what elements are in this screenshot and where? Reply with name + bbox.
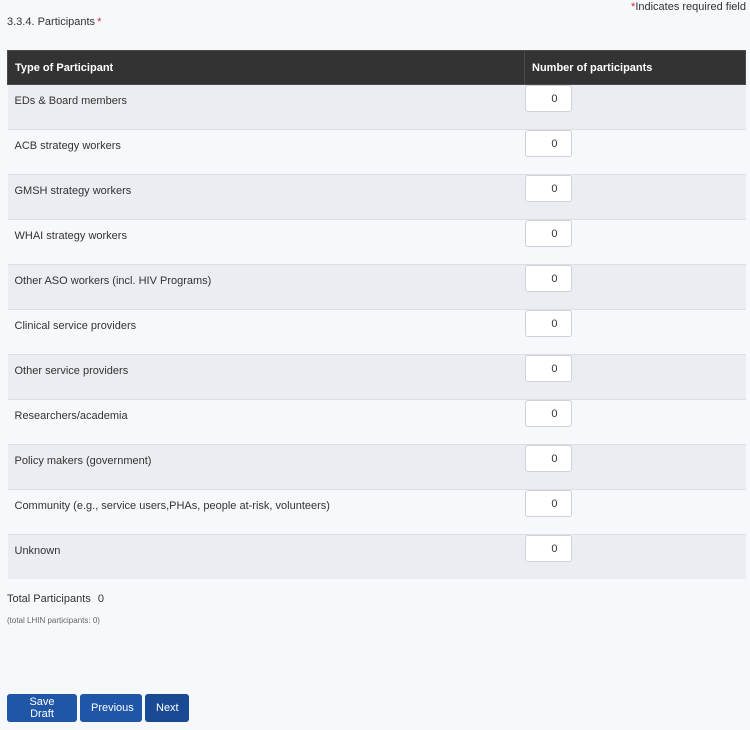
section-title-text: 3.3.4. Participants [7,16,96,28]
participant-count-cell [524,354,746,400]
table-row: EDs & Board members [7,84,746,130]
participant-type-cell: Other service providers [7,354,525,400]
table-row: WHAI strategy workers [7,219,746,265]
participant-count-input[interactable] [524,400,572,427]
table-row: Policy makers (government) [7,444,746,490]
participant-count-cell [524,444,746,490]
participant-type-label: Researchers/academia [14,410,128,422]
participant-count-cell [524,399,746,445]
section-title: 3.3.4. Participants * [7,16,101,28]
participant-type-label: Policy makers (government) [14,455,152,467]
participant-count-input[interactable] [524,85,572,112]
table-row: Other service providers [7,354,746,400]
participant-type-cell: Unknown [7,534,525,579]
table-row: Clinical service providers [7,309,746,355]
participant-count-cell [524,309,746,355]
participant-count-cell [524,489,746,535]
participant-count-cell [524,84,746,130]
participant-type-label: ACB strategy workers [14,140,121,152]
participant-type-cell: Researchers/academia [7,399,525,445]
required-note-text: Indicates required field [635,1,746,13]
participant-count-input[interactable] [524,355,572,382]
table-row: Researchers/academia [7,399,746,445]
table-row: Unknown [7,534,746,579]
participant-count-input[interactable] [524,490,572,517]
participant-type-label: Other service providers [14,365,129,377]
participant-count-input[interactable] [524,265,572,292]
header-type-of-participant: Type of Participant [7,50,525,85]
header-number-of-participants: Number of participants [524,50,746,85]
participant-type-label: Other ASO workers (incl. HIV Programs) [14,275,212,287]
required-field-note: *Indicates required field [631,1,746,13]
participant-count-input[interactable] [524,220,572,247]
participant-count-cell [524,174,746,220]
participant-type-cell: ACB strategy workers [7,129,525,175]
participant-type-cell: Clinical service providers [7,309,525,355]
participant-type-label: EDs & Board members [14,95,127,107]
participant-count-cell [524,264,746,310]
next-button[interactable]: Next [145,694,189,722]
participant-count-cell [524,129,746,175]
required-star: * [97,16,102,28]
participant-count-cell [524,219,746,265]
participant-count-input[interactable] [524,130,572,157]
participant-type-cell: Community (e.g., service users,PHAs, peo… [7,489,525,535]
total-participants-label: Total Participants [7,593,91,605]
table-row: Other ASO workers (incl. HIV Programs) [7,264,746,310]
participant-type-cell: GMSH strategy workers [7,174,525,220]
save-draft-button[interactable]: Save Draft [7,694,77,722]
total-lhin-participants-note: (total LHIN participants: 0) [7,616,100,625]
total-participants: Total Participants 0 [7,593,104,605]
participant-count-input[interactable] [524,535,572,562]
participant-type-cell: WHAI strategy workers [7,219,525,265]
table-header-row: Type of Participant Number of participan… [7,50,746,85]
participant-type-cell: EDs & Board members [7,84,525,130]
participant-type-cell: Policy makers (government) [7,444,525,490]
participants-table: Type of Participant Number of participan… [7,50,746,579]
participant-count-input[interactable] [524,445,572,472]
table-row: Community (e.g., service users,PHAs, peo… [7,489,746,535]
participant-type-label: GMSH strategy workers [14,185,132,197]
participant-count-cell [524,534,746,579]
participant-type-label: WHAI strategy workers [14,230,127,242]
participant-count-input[interactable] [524,310,572,337]
participant-type-label: Community (e.g., service users,PHAs, peo… [14,500,330,512]
participant-type-label: Clinical service providers [14,320,137,332]
participant-type-label: Unknown [14,545,61,557]
participant-type-cell: Other ASO workers (incl. HIV Programs) [7,264,525,310]
previous-button[interactable]: Previous [80,694,142,722]
table-row: GMSH strategy workers [7,174,746,220]
participant-count-input[interactable] [524,175,572,202]
form-navigation: Save Draft Previous Next [7,694,189,722]
table-row: ACB strategy workers [7,129,746,175]
total-participants-value: 0 [97,593,104,605]
